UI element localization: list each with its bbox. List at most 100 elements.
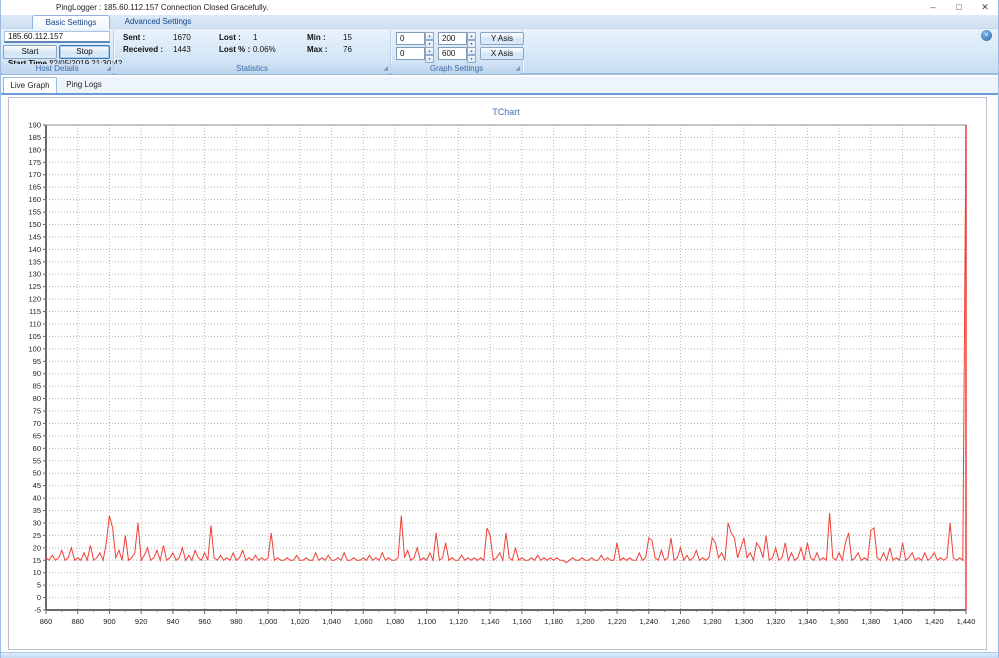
y-tick-label: 140 bbox=[28, 245, 41, 254]
spin-down-icon[interactable]: ▾ bbox=[467, 55, 476, 63]
tab-basic-settings[interactable]: Basic Settings bbox=[32, 15, 110, 29]
y-max-spinner-arrows[interactable]: ▴ ▾ bbox=[467, 32, 476, 45]
ribbon-collapse-icon[interactable]: ˅ bbox=[981, 30, 992, 41]
x-tick-label: 1,200 bbox=[576, 617, 595, 626]
x-tick-label: 1,380 bbox=[861, 617, 880, 626]
host-ip-input[interactable]: 185.60.112.157 bbox=[4, 31, 110, 43]
y-tick-label: 135 bbox=[28, 257, 41, 266]
group-caption-text: Graph Settings bbox=[430, 64, 483, 73]
stat-lostpct-value: 0.06% bbox=[253, 45, 276, 54]
close-button[interactable]: ✕ bbox=[972, 0, 998, 15]
x-min-spinner[interactable]: 0 bbox=[396, 47, 425, 60]
group-caption-host-details: Host Details ◢ bbox=[1, 64, 113, 74]
x-tick-label: 940 bbox=[167, 617, 180, 626]
tab-ping-logs[interactable]: Ping Logs bbox=[59, 77, 109, 93]
y-max-spinner[interactable]: 200 bbox=[438, 32, 467, 45]
x-tick-label: 1,120 bbox=[449, 617, 468, 626]
x-tick-label: 1,100 bbox=[417, 617, 436, 626]
group-caption-graph-settings: Graph Settings ◢ bbox=[391, 64, 522, 74]
x-tick-label: 1,400 bbox=[893, 617, 912, 626]
y-tick-label: 170 bbox=[28, 170, 41, 179]
y-tick-label: -5 bbox=[34, 606, 41, 615]
y-tick-label: 100 bbox=[28, 344, 41, 353]
y-tick-label: 10 bbox=[33, 568, 41, 577]
window-bottom-border bbox=[1, 652, 998, 658]
start-button[interactable]: Start bbox=[3, 45, 57, 59]
x-max-spinner-arrows[interactable]: ▴ ▾ bbox=[467, 47, 476, 60]
x-tick-label: 1,280 bbox=[703, 617, 722, 626]
y-tick-label: 80 bbox=[33, 394, 41, 403]
ping-latency-chart[interactable]: TChart-505101520253035404550556065707580… bbox=[9, 98, 986, 649]
y-min-spinner-arrows[interactable]: ▴ ▾ bbox=[425, 32, 434, 45]
x-tick-label: 1,180 bbox=[544, 617, 563, 626]
y-tick-label: 70 bbox=[33, 419, 41, 428]
group-caption-text: Host Details bbox=[35, 64, 78, 73]
group-caption-statistics: Statistics ◢ bbox=[114, 64, 390, 74]
stat-received-label: Received : bbox=[123, 45, 163, 54]
dialog-launcher-icon[interactable]: ◢ bbox=[383, 66, 388, 72]
x-tick-label: 1,360 bbox=[830, 617, 849, 626]
y-tick-label: 175 bbox=[28, 158, 41, 167]
stat-received-value: 1443 bbox=[173, 45, 191, 54]
x-tick-label: 1,300 bbox=[735, 617, 754, 626]
live-graph-pane: TChart-505101520253035404550556065707580… bbox=[1, 95, 998, 652]
y-tick-label: 85 bbox=[33, 382, 41, 391]
y-tick-label: 25 bbox=[33, 531, 41, 540]
x-max-spinner[interactable]: 600 bbox=[438, 47, 467, 60]
y-tick-label: 130 bbox=[28, 270, 41, 279]
y-tick-label: 75 bbox=[33, 407, 41, 416]
y-tick-label: 150 bbox=[28, 220, 41, 229]
view-tab-strip: Live Graph Ping Logs bbox=[1, 77, 998, 93]
stat-lostpct-label: Lost % : bbox=[219, 45, 250, 54]
x-tick-label: 860 bbox=[40, 617, 53, 626]
stat-lost-value: 1 bbox=[253, 33, 257, 42]
dialog-launcher-icon[interactable]: ◢ bbox=[515, 66, 520, 72]
dialog-launcher-icon[interactable]: ◢ bbox=[106, 66, 111, 72]
ping-line-series bbox=[46, 125, 966, 563]
x-tick-label: 1,420 bbox=[925, 617, 944, 626]
stat-lost-label: Lost : bbox=[219, 33, 241, 42]
stop-button[interactable]: Stop bbox=[59, 45, 110, 59]
x-tick-label: 1,440 bbox=[957, 617, 976, 626]
x-tick-label: 1,020 bbox=[290, 617, 309, 626]
x-tick-label: 1,080 bbox=[386, 617, 405, 626]
y-tick-label: 90 bbox=[33, 369, 41, 378]
maximize-button[interactable]: □ bbox=[946, 0, 972, 15]
y-tick-label: 155 bbox=[28, 208, 41, 217]
y-tick-label: 185 bbox=[28, 133, 41, 142]
title-bar: PingLogger : 185.60.112.157 Connection C… bbox=[1, 0, 998, 15]
y-tick-label: 115 bbox=[29, 307, 41, 316]
window-title: PingLogger : 185.60.112.157 Connection C… bbox=[56, 0, 268, 15]
x-tick-label: 1,260 bbox=[671, 617, 690, 626]
ribbon-tab-strip: Basic Settings Advanced Settings bbox=[1, 15, 998, 29]
x-tick-label: 1,140 bbox=[481, 617, 500, 626]
spin-up-icon[interactable]: ▴ bbox=[467, 32, 476, 40]
x-axis-button[interactable]: X Asis bbox=[480, 47, 524, 60]
y-axis-button[interactable]: Y Asis bbox=[480, 32, 524, 45]
y-min-spinner[interactable]: 0 bbox=[396, 32, 425, 45]
x-tick-label: 980 bbox=[230, 617, 243, 626]
y-tick-label: 65 bbox=[33, 431, 41, 440]
y-tick-label: 120 bbox=[28, 295, 41, 304]
stat-max-label: Max : bbox=[307, 45, 327, 54]
y-tick-label: 50 bbox=[33, 469, 41, 478]
stat-min-label: Min : bbox=[307, 33, 326, 42]
spin-up-icon[interactable]: ▴ bbox=[425, 47, 434, 55]
spin-down-icon[interactable]: ▾ bbox=[425, 55, 434, 63]
x-tick-label: 1,160 bbox=[512, 617, 531, 626]
app-window: PingLogger : 185.60.112.157 Connection C… bbox=[0, 0, 999, 658]
y-tick-label: 145 bbox=[28, 232, 41, 241]
y-tick-label: 60 bbox=[33, 444, 41, 453]
spin-up-icon[interactable]: ▴ bbox=[467, 47, 476, 55]
spin-up-icon[interactable]: ▴ bbox=[425, 32, 434, 40]
y-tick-label: 95 bbox=[33, 357, 41, 366]
stat-sent-value: 1670 bbox=[173, 33, 191, 42]
tab-advanced-settings[interactable]: Advanced Settings bbox=[115, 15, 201, 29]
tab-live-graph[interactable]: Live Graph bbox=[3, 77, 57, 93]
group-caption-text: Statistics bbox=[236, 64, 268, 73]
x-tick-label: 920 bbox=[135, 617, 148, 626]
stat-max-value: 76 bbox=[343, 45, 352, 54]
minimize-button[interactable]: – bbox=[920, 0, 946, 15]
x-min-spinner-arrows[interactable]: ▴ ▾ bbox=[425, 47, 434, 60]
y-tick-label: 105 bbox=[28, 332, 41, 341]
